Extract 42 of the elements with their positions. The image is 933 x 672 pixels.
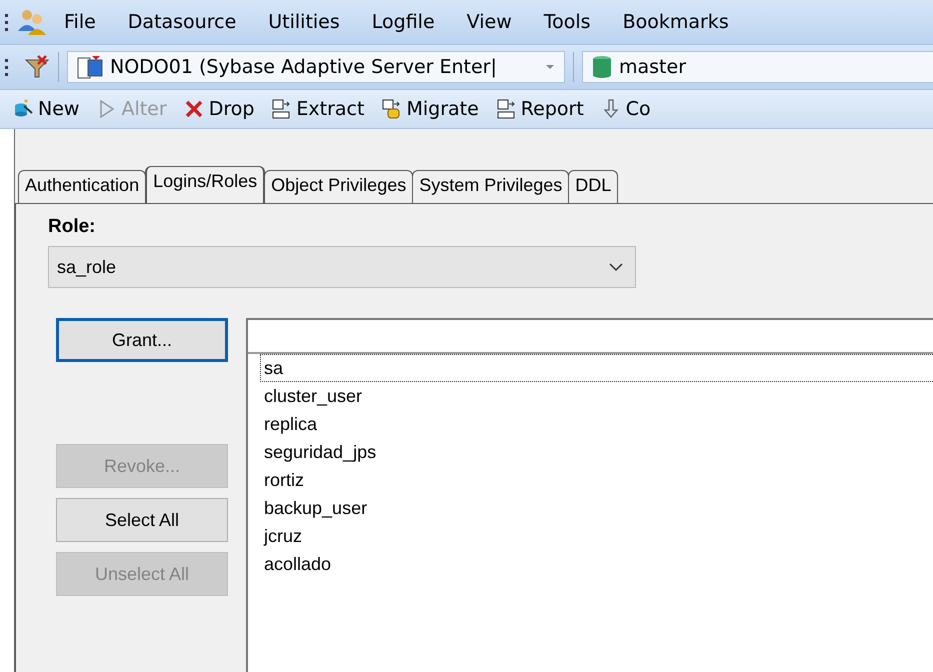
server-icon bbox=[76, 54, 104, 80]
role-dropdown[interactable]: sa_role bbox=[48, 246, 636, 288]
toolbar-button[interactable]: Drop bbox=[176, 98, 260, 120]
menu-item[interactable]: Bookmarks bbox=[606, 11, 745, 33]
document-icon bbox=[270, 98, 292, 120]
grip-icon[interactable] bbox=[4, 56, 10, 78]
menu-item[interactable]: View bbox=[450, 11, 528, 33]
action-button[interactable]: Grant... bbox=[56, 318, 228, 362]
toolbar-button[interactable]: Extract bbox=[264, 98, 370, 120]
list-item[interactable]: seguridad_jps bbox=[248, 438, 933, 466]
list-item[interactable]: backup_user bbox=[248, 494, 933, 522]
menu-item[interactable]: Tools bbox=[528, 11, 607, 33]
list-item[interactable]: rortiz bbox=[248, 466, 933, 494]
users-icon[interactable] bbox=[16, 7, 48, 37]
menu-item[interactable]: Datasource bbox=[112, 11, 252, 33]
server-dropdown[interactable]: NODO01 (Sybase Adaptive Server Enter| bbox=[67, 51, 565, 83]
funnel-icon[interactable] bbox=[24, 54, 50, 80]
list-item[interactable]: sa bbox=[260, 354, 933, 382]
menu-item[interactable]: File bbox=[48, 11, 112, 33]
toolbar-button[interactable]: Migrate bbox=[374, 98, 485, 120]
menu-item[interactable]: Logfile bbox=[356, 11, 451, 33]
tab[interactable]: Authentication bbox=[18, 170, 146, 203]
dropdown-arrow-icon bbox=[544, 63, 556, 71]
toolbar-button[interactable]: Report bbox=[488, 98, 590, 120]
grip-icon[interactable] bbox=[4, 11, 10, 33]
document-icon bbox=[494, 98, 517, 120]
menu-item[interactable]: Utilities bbox=[252, 11, 356, 33]
logins-list[interactable]: sa cluster_user replica seguridad_jps rortiz backup_user jcruz acollado bbox=[246, 318, 933, 672]
list-item[interactable]: replica bbox=[248, 410, 933, 438]
document-database-icon bbox=[380, 98, 402, 120]
cylinder-icon bbox=[591, 54, 613, 80]
list-item[interactable]: acollado bbox=[248, 550, 933, 578]
tab[interactable]: Logins/Roles bbox=[145, 166, 266, 203]
list-item[interactable]: cluster_user bbox=[248, 382, 933, 410]
toolbar-button[interactable]: New bbox=[6, 98, 86, 120]
role-label: Role: bbox=[48, 216, 96, 238]
toolbar-button[interactable]: Co bbox=[594, 98, 657, 120]
chevron-down-icon bbox=[609, 262, 623, 272]
list-item[interactable]: jcruz bbox=[248, 522, 933, 550]
action-button[interactable]: Select All bbox=[56, 498, 228, 542]
database-dropdown[interactable]: master bbox=[582, 51, 933, 83]
tab[interactable]: DDL bbox=[568, 170, 618, 203]
